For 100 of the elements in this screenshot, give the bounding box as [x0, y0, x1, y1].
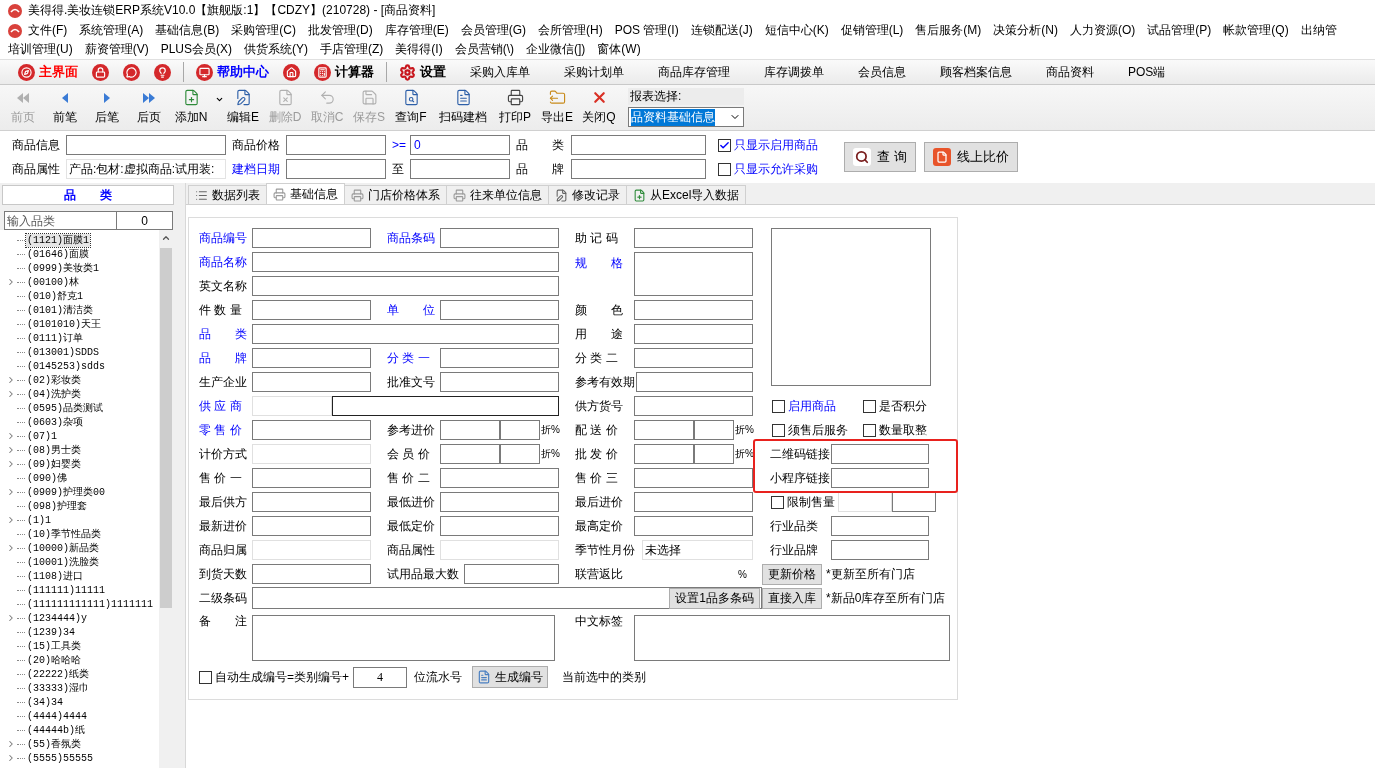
text-field[interactable] — [252, 276, 559, 296]
text-field[interactable] — [634, 324, 753, 344]
text-field[interactable] — [464, 564, 559, 584]
tree-item[interactable]: (44444b)纸 — [26, 723, 86, 737]
checkbox-label[interactable]: 限制售量 — [771, 493, 837, 511]
text-field[interactable] — [332, 396, 559, 416]
shortcut-tab[interactable]: 顾客档案信息 — [924, 61, 1028, 83]
text-field[interactable] — [252, 564, 371, 584]
discount-field[interactable] — [500, 420, 540, 440]
tree-item[interactable]: (0111)订单 — [26, 331, 84, 345]
tree-item[interactable]: (0101010)天王 — [26, 317, 102, 331]
toolbar-button[interactable]: 编辑E — [224, 86, 262, 129]
menu-item[interactable]: 出纳管 — [1294, 22, 1343, 39]
lightbulb-icon[interactable] — [154, 63, 171, 81]
digits-field[interactable]: 4 — [353, 666, 407, 688]
text-field[interactable] — [252, 324, 559, 344]
expand-icon[interactable] — [6, 613, 16, 623]
tree-item[interactable]: (00100)林 — [26, 275, 80, 289]
expand-icon[interactable] — [6, 277, 16, 287]
menu-item[interactable]: 批发管理(D) — [302, 22, 379, 39]
text-field[interactable]: 0 — [410, 135, 510, 155]
tree-item[interactable]: (1121)面膜1 — [26, 233, 90, 247]
expand-icon[interactable] — [6, 375, 16, 385]
checkbox-label[interactable]: 只显示允许采购 — [718, 160, 818, 178]
generate-button[interactable]: 生成编号 — [472, 666, 548, 688]
shortcut-tab[interactable]: 商品库存管理 — [642, 61, 746, 83]
tree-item[interactable]: (33333)湿巾 — [26, 681, 90, 695]
text-field[interactable] — [252, 468, 371, 488]
checkbox[interactable] — [771, 495, 784, 509]
tree-item[interactable]: (111111111111)1111111 — [26, 597, 155, 611]
shortcut-tab[interactable]: 库存调拨单 — [748, 61, 840, 83]
checkbox-label[interactable]: 启用商品 — [772, 397, 862, 415]
text-field[interactable] — [252, 492, 371, 512]
tree-item[interactable]: (10001)洗脸类 — [26, 555, 100, 569]
tree-item[interactable]: (0595)品类测试 — [26, 401, 104, 415]
toolbar-button[interactable]: 添加N — [172, 86, 210, 129]
text-field[interactable] — [634, 516, 753, 536]
expand-icon[interactable] — [6, 543, 16, 553]
tree-item[interactable]: (01646)面膜 — [26, 247, 90, 261]
compare-button[interactable]: 线上比价 — [923, 142, 1018, 172]
toolbar-button[interactable]: 打印P — [496, 86, 534, 129]
text-area[interactable] — [634, 252, 753, 296]
expand-icon[interactable] — [6, 753, 16, 763]
toolbar-button[interactable]: 导出E — [538, 86, 576, 129]
tree-item[interactable]: (34)34 — [26, 695, 64, 709]
tree-item[interactable]: (02)彩妆类 — [26, 373, 82, 387]
toolbar-button[interactable]: 查询F — [392, 86, 430, 129]
tree-item[interactable]: (22222)纸类 — [26, 667, 90, 681]
chat-icon[interactable] — [123, 63, 140, 81]
date-field[interactable] — [286, 159, 386, 179]
tree-item[interactable]: (090)佛 — [26, 471, 68, 485]
tree-item[interactable]: (07)1 — [26, 429, 58, 443]
checkbox[interactable] — [718, 162, 731, 176]
tree-item[interactable]: (010)舒克1 — [26, 289, 84, 303]
text-field[interactable] — [634, 492, 753, 512]
menu-item[interactable]: 系统管理(A) — [73, 22, 150, 39]
checkbox[interactable] — [772, 399, 785, 413]
text-area[interactable] — [252, 615, 555, 661]
text-area[interactable] — [634, 615, 950, 661]
toolbar-button[interactable]: 帮助中心 — [190, 61, 275, 83]
text-field[interactable] — [252, 420, 371, 440]
text-field[interactable] — [571, 135, 706, 155]
menu-item[interactable]: 售后服务(M) — [909, 22, 988, 39]
price-field[interactable] — [634, 444, 694, 464]
menu-item[interactable]: 基础信息(B) — [149, 22, 226, 39]
text-field[interactable] — [440, 468, 559, 488]
menu-item[interactable]: 美得得(I) — [389, 41, 449, 58]
discount-field[interactable] — [500, 444, 540, 464]
home-icon[interactable] — [283, 63, 300, 81]
menu-item[interactable]: 手店管理(Z) — [314, 41, 390, 58]
action-button[interactable]: 直接入库 — [762, 587, 822, 609]
menu-item[interactable]: 短信中心(K) — [758, 22, 835, 39]
menu-item[interactable]: 库存管理(E) — [378, 22, 455, 39]
tree-item[interactable]: (4444)4444 — [26, 709, 88, 723]
menu-item[interactable]: 文件(F) — [22, 22, 74, 39]
tree-item[interactable]: (0101)清洁类 — [26, 303, 94, 317]
toolbar-button[interactable]: 后笔 — [88, 86, 126, 129]
expand-icon[interactable] — [6, 515, 16, 525]
text-field[interactable] — [831, 444, 929, 464]
text-field[interactable] — [440, 348, 559, 368]
shortcut-tab[interactable]: 采购入库单 — [454, 61, 546, 83]
tree-item[interactable]: (10000)新品类 — [26, 541, 100, 555]
toolbar-button[interactable]: 关闭Q — [580, 86, 618, 129]
shortcut-tab[interactable]: 会员信息 — [842, 61, 922, 83]
tree-item[interactable]: (04)洗护类 — [26, 387, 82, 401]
text-field[interactable] — [252, 300, 371, 320]
expand-icon[interactable] — [6, 487, 16, 497]
menu-item[interactable]: 帐款管理(Q) — [1217, 22, 1295, 39]
text-field[interactable]: 设置1品多条码 — [252, 587, 762, 609]
tree-item[interactable]: (1239)34 — [26, 625, 76, 639]
checkbox-label[interactable]: 须售后服务 — [772, 421, 862, 439]
menu-item[interactable]: 窗体(W) — [591, 41, 647, 58]
tree-item[interactable]: (0145253)sdds — [26, 359, 106, 373]
text-field[interactable] — [440, 516, 559, 536]
expand-icon[interactable] — [6, 389, 16, 399]
tree-item[interactable]: (10)季节性品类 — [26, 527, 102, 541]
text-field[interactable] — [571, 159, 706, 179]
tab[interactable]: 门店价格体系 — [344, 185, 447, 204]
text-field[interactable] — [440, 372, 559, 392]
scrollbar[interactable] — [159, 230, 173, 768]
